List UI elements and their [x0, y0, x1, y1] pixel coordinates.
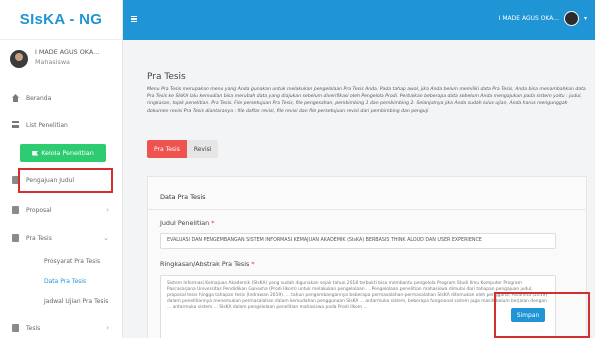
chevron-down-icon: ▾ [583, 15, 587, 22]
document-icon [12, 234, 19, 242]
sidebar-item-label: Tesis [26, 324, 41, 332]
sidebar-item-label: Beranda [26, 94, 52, 102]
ringkasan-label: Ringkasan/Abstrak Pra Tesis * [160, 260, 255, 268]
avatar [563, 11, 579, 26]
user-role: Mahasiswa [35, 58, 70, 66]
kelola-penelitian-label: Kelola Penelitian [41, 149, 94, 157]
section-title: Data Pra Tesis [160, 193, 206, 201]
app-logo[interactable]: SIsKA - NG [0, 0, 122, 40]
chevron-right-icon: › [106, 324, 109, 332]
sidebar-subitem-data-pra-tesis[interactable]: Data Pra Tesis [44, 278, 86, 285]
hamburger-icon[interactable] [131, 16, 137, 22]
sidebar-item-pra-tesis[interactable]: Pra Tesis ⌄ [0, 228, 123, 248]
user-name: I MADE AGUS OKA... [35, 48, 100, 56]
sidebar-item-label: List Penelitian [26, 121, 68, 129]
sidebar-item-list-penelitian[interactable]: List Penelitian [0, 115, 123, 135]
page-description: Menu Pra Tesis merupakan menu yang Anda … [147, 87, 586, 114]
main-content: Pra Tesis Menu Pra Tesis merupakan menu … [123, 40, 595, 338]
topbar-user-menu[interactable]: I MADE AGUS OKA... ▾ [499, 11, 587, 26]
judul-input[interactable]: EVALUASI DAN PENGEMBANGAN SISTEM INFORMA… [160, 233, 556, 249]
sidebar-item-beranda[interactable]: Beranda [0, 88, 123, 108]
page-title: Pra Tesis [147, 72, 186, 82]
chevron-right-icon: › [106, 206, 109, 214]
list-icon [12, 121, 19, 128]
tabs: Pra Tesis Revisi [147, 140, 219, 158]
flag-icon [32, 150, 39, 156]
tab-pra-tesis[interactable]: Pra Tesis [147, 140, 187, 158]
sidebar-item-label: Proposal [26, 206, 52, 214]
sidebar-item-tesis[interactable]: Tesis › [0, 318, 123, 338]
home-icon [12, 94, 19, 102]
sidebar-subitem-jadwal-ujian[interactable]: Jadwal Ujian Pra Tesis [44, 298, 108, 305]
sidebar-item-label: Pra Tesis [26, 234, 52, 242]
judul-label: Judul Penelitian * [160, 219, 215, 227]
tab-revisi[interactable]: Revisi [186, 140, 219, 158]
sidebar-subitem-prosyarat[interactable]: Prosyarat Pra Tesis [44, 258, 100, 265]
topbar: I MADE AGUS OKA... ▾ [123, 0, 595, 40]
sidebar-user: I MADE AGUS OKA... Mahasiswa [0, 40, 122, 84]
highlight-box-pengajuan-judul [18, 168, 113, 193]
kelola-penelitian-button[interactable]: Kelola Penelitian [20, 144, 106, 162]
document-icon [12, 206, 19, 214]
topbar-user-name: I MADE AGUS OKA... [498, 15, 559, 22]
divider [148, 209, 586, 210]
highlight-box-save [494, 292, 590, 338]
chevron-down-icon: ⌄ [103, 234, 109, 242]
sidebar: SIsKA - NG I MADE AGUS OKA... Mahasiswa … [0, 0, 123, 338]
sidebar-item-proposal[interactable]: Proposal › [0, 200, 123, 220]
avatar [10, 50, 28, 68]
document-icon [12, 324, 19, 332]
